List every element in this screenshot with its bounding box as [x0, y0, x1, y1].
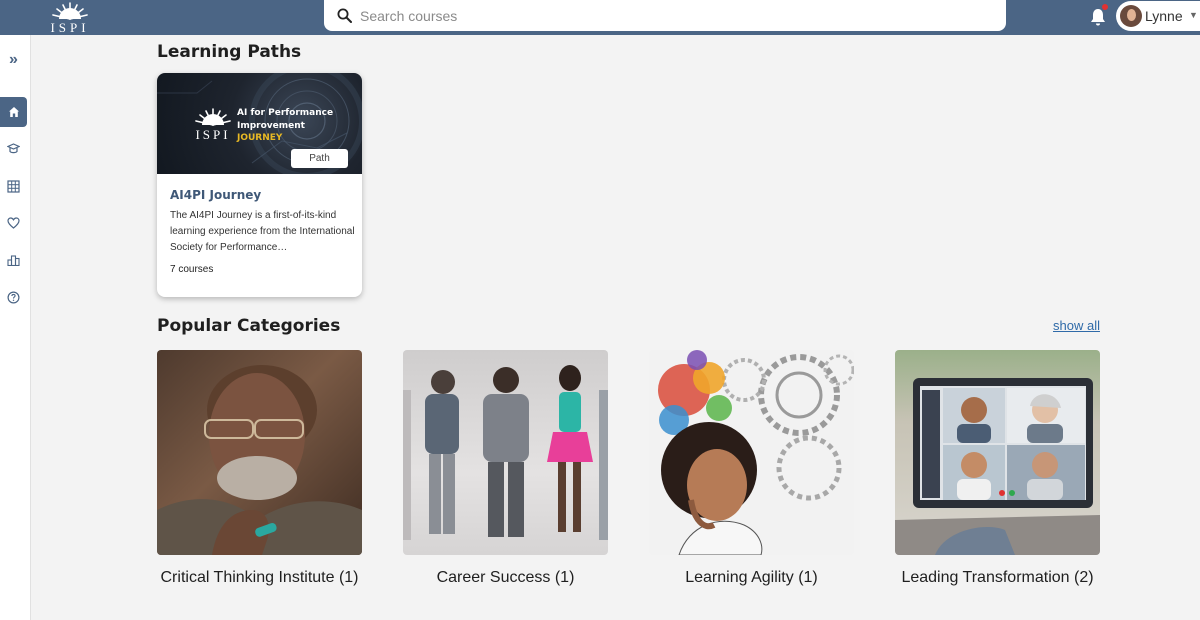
- show-all-link[interactable]: show all: [1053, 318, 1100, 333]
- sidebar-item-catalog[interactable]: [0, 171, 27, 201]
- sidebar-item-leaderboard[interactable]: [0, 245, 27, 275]
- expand-sidebar-icon[interactable]: »: [0, 45, 27, 75]
- video-call-image: [895, 378, 1100, 555]
- learning-path-card[interactable]: ISPI AI for Performance Improvement JOUR…: [157, 73, 362, 297]
- heart-icon: [7, 217, 20, 229]
- banner-title-line1: AI for Performance: [237, 108, 334, 118]
- search-input[interactable]: [360, 5, 960, 27]
- path-title[interactable]: AI4PI Journey: [170, 188, 261, 202]
- user-name: Lynne: [1145, 8, 1183, 24]
- chevron-down-icon: ▼: [1189, 10, 1198, 20]
- category-tile-career-success[interactable]: [403, 350, 608, 555]
- sunburst-icon: [52, 2, 88, 20]
- category-tile-leading-transformation[interactable]: [895, 350, 1100, 555]
- sidebar-item-help[interactable]: [0, 282, 27, 312]
- path-banner-image: ISPI AI for Performance Improvement JOUR…: [157, 73, 362, 174]
- search-icon: [337, 8, 352, 23]
- banner-title-line2: Improvement: [237, 121, 305, 131]
- category-label-critical-thinking[interactable]: Critical Thinking Institute (1): [157, 568, 362, 588]
- sunburst-icon: [195, 108, 231, 126]
- path-course-count: 7 courses: [170, 264, 214, 275]
- banner-title-line3: JOURNEY: [237, 133, 283, 143]
- category-tile-learning-agility[interactable]: [649, 350, 854, 555]
- learning-paths-heading: Learning Paths: [157, 42, 302, 62]
- sidebar: »: [0, 35, 31, 620]
- catalog-icon: [7, 179, 20, 193]
- popular-categories-heading: Popular Categories: [157, 316, 341, 336]
- gears-thinking-image: [658, 350, 854, 555]
- courses-icon: [7, 142, 20, 153]
- logo-text: ISPI: [50, 20, 90, 35]
- thinking-man-image: [157, 365, 362, 555]
- avatar: [1120, 5, 1142, 27]
- people-standing-image: [403, 365, 608, 540]
- path-description: The AI4PI Journey is a first-of-its-kind…: [170, 210, 355, 253]
- sidebar-item-favorites[interactable]: [0, 208, 27, 238]
- ispi-logo[interactable]: ISPI: [50, 1, 90, 35]
- home-icon: [8, 107, 19, 117]
- path-badge: Path: [291, 149, 348, 168]
- category-label-leading-transformation[interactable]: Leading Transformation (2): [895, 568, 1100, 588]
- category-tile-critical-thinking[interactable]: [157, 350, 362, 555]
- top-bar: ISPI Lynne ▼: [0, 0, 1200, 35]
- help-icon: [7, 290, 20, 304]
- sidebar-item-courses[interactable]: [0, 134, 27, 164]
- category-label-career-success[interactable]: Career Success (1): [403, 568, 608, 588]
- notification-dot: [1102, 4, 1108, 10]
- leaderboard-icon: [7, 255, 20, 266]
- user-menu[interactable]: Lynne ▼: [1116, 1, 1200, 31]
- notification-bell-icon[interactable]: [1089, 7, 1107, 27]
- sidebar-item-home[interactable]: [0, 97, 27, 127]
- category-label-learning-agility[interactable]: Learning Agility (1): [649, 568, 854, 588]
- banner-logo-text: ISPI: [195, 127, 231, 142]
- banner-ispi-logo: ISPI: [193, 107, 233, 142]
- search-bar[interactable]: [324, 0, 1006, 31]
